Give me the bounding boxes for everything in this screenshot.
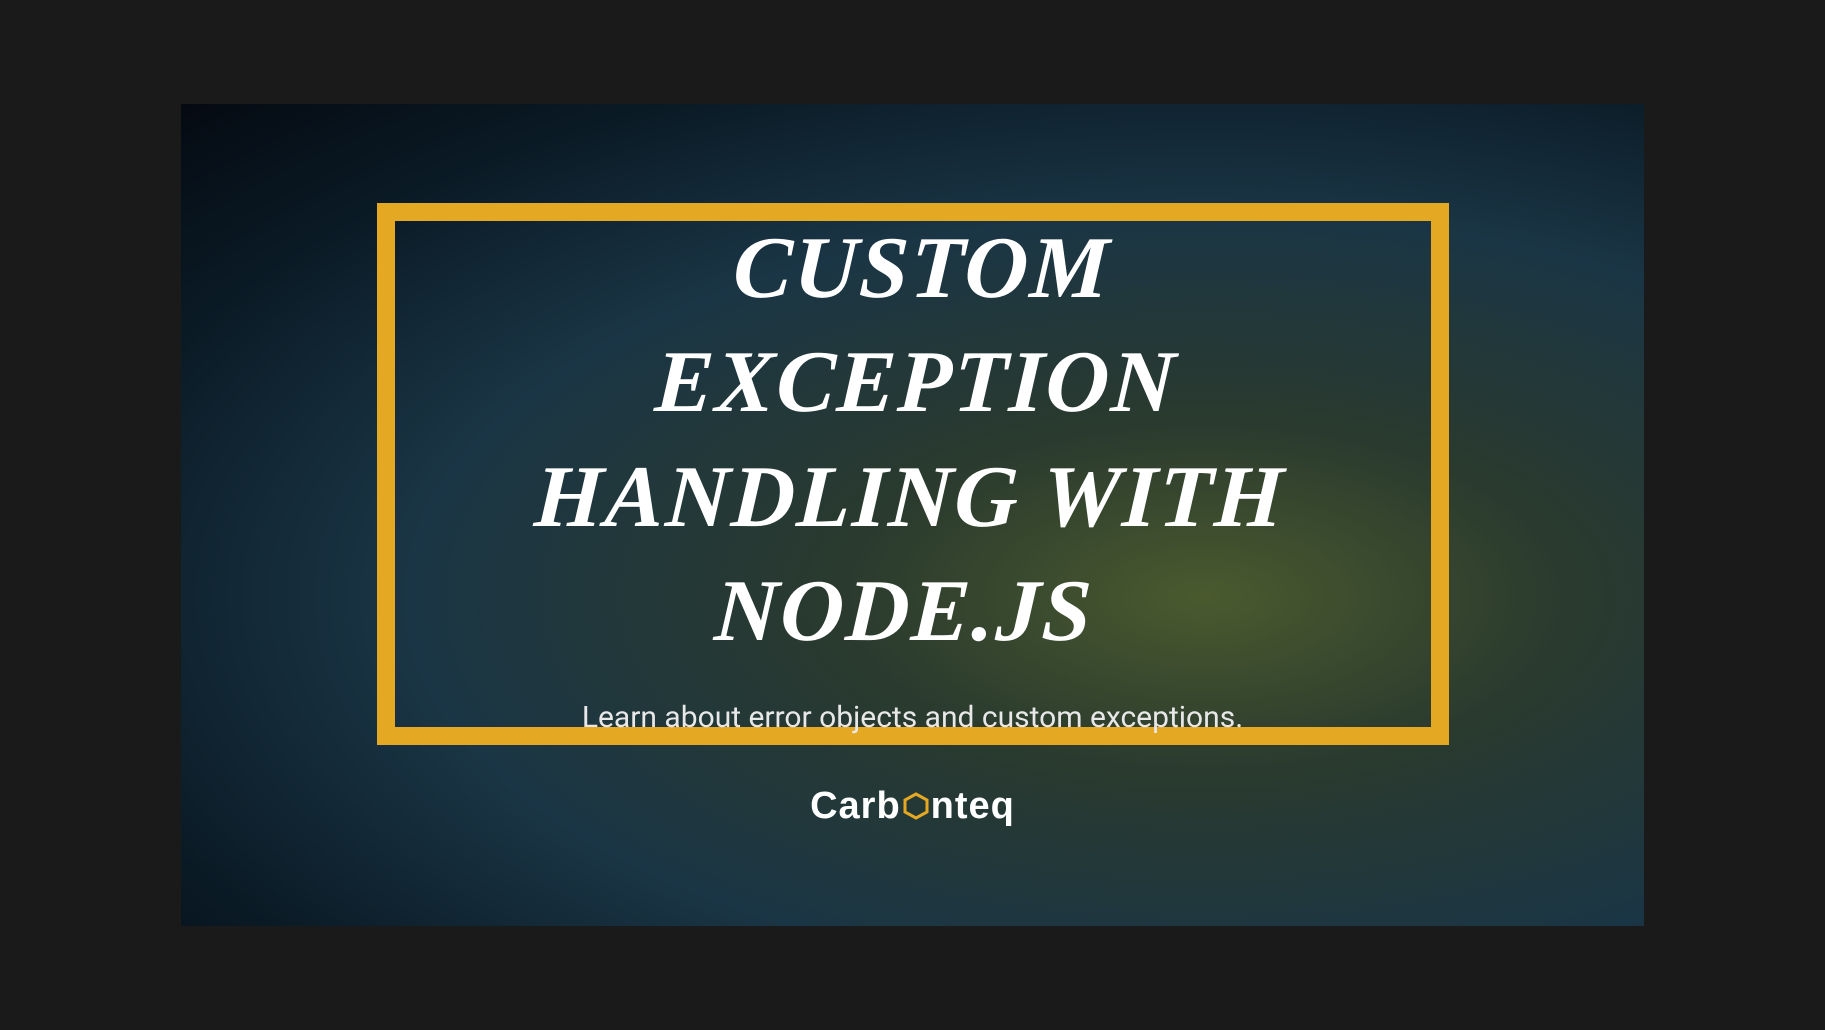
slide-subtitle: Learn about error objects and custom exc…	[582, 700, 1243, 735]
slide-title: CUSTOM EXCEPTION HANDLING WITH NODE.JS	[443, 212, 1383, 670]
hexagon-icon	[903, 792, 929, 820]
logo-text-suffix: nteq	[931, 785, 1015, 828]
brand-logo: Carb nteq	[810, 785, 1015, 828]
content-frame: CUSTOM EXCEPTION HANDLING WITH NODE.JS L…	[377, 203, 1449, 745]
slide-container: CUSTOM EXCEPTION HANDLING WITH NODE.JS L…	[181, 104, 1644, 926]
logo-text-prefix: Carb	[810, 785, 901, 828]
